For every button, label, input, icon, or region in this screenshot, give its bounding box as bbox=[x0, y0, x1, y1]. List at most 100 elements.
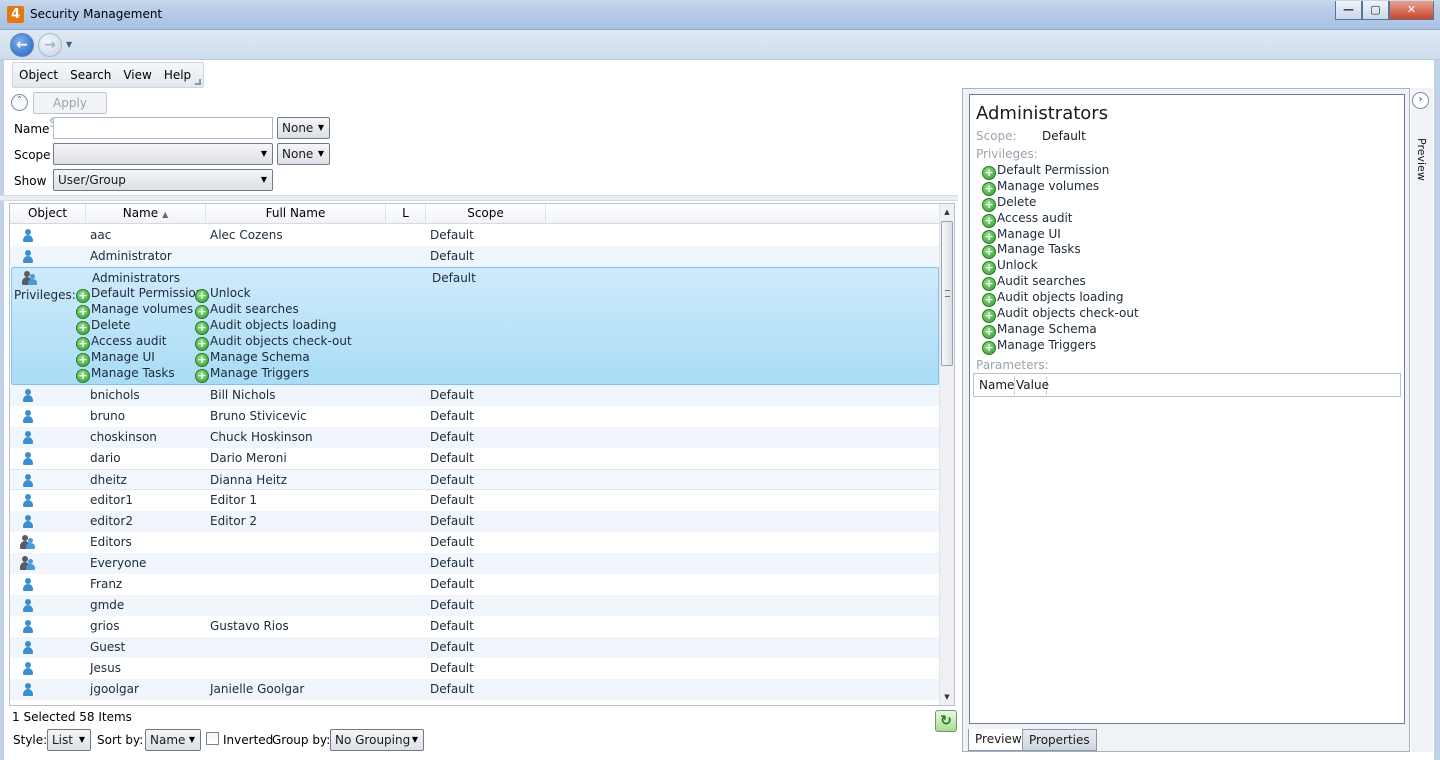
maximize-button[interactable]: ▢ bbox=[1362, 1, 1389, 20]
collapse-search-button[interactable]: ˆ bbox=[11, 94, 28, 111]
column-header-object[interactable]: Object bbox=[10, 204, 86, 224]
forward-button[interactable]: → bbox=[38, 33, 62, 57]
preview-privileges-label: Privileges: bbox=[976, 147, 1038, 161]
menu-object[interactable]: Object bbox=[19, 68, 58, 82]
column-header-l[interactable]: L bbox=[386, 204, 426, 224]
cell-name: choskinson bbox=[90, 430, 157, 444]
back-button[interactable]: ← bbox=[10, 33, 34, 57]
cell-name: Franz bbox=[90, 577, 123, 591]
preview-privilege-label: Delete bbox=[997, 194, 1037, 209]
name-match-value: None bbox=[282, 121, 314, 135]
preview-side-strip bbox=[1411, 88, 1433, 752]
refresh-button[interactable]: ↻ bbox=[935, 710, 957, 732]
table-row[interactable]: bruno Bruno Stivicevic Default bbox=[10, 406, 940, 427]
table-row[interactable]: Guest Default bbox=[10, 637, 940, 658]
scope-match-select[interactable]: None ▼ bbox=[277, 143, 330, 165]
preview-privilege-item: + Audit objects loading bbox=[982, 290, 1139, 308]
table-row-expanded[interactable]: Administrators Default Privileges: + Default… bbox=[11, 267, 939, 385]
user-icon bbox=[21, 641, 35, 655]
table-row[interactable]: Franz Default bbox=[10, 574, 940, 595]
privilege-granted-icon: + bbox=[982, 309, 996, 324]
cell-scope: Default bbox=[430, 473, 474, 487]
privilege-item: + Unlock bbox=[195, 286, 352, 303]
column-header-scope[interactable]: Scope bbox=[426, 204, 546, 224]
preview-side-label[interactable]: Preview bbox=[1415, 138, 1428, 181]
chevron-down-icon: ▼ bbox=[260, 175, 267, 184]
preview-privilege-label: Access audit bbox=[997, 210, 1073, 225]
table-row[interactable]: choskinson Chuck Hoskinson Default bbox=[10, 427, 940, 448]
menu-help[interactable]: Help bbox=[164, 68, 191, 82]
privilege-granted-icon: + bbox=[982, 293, 996, 308]
group-icon bbox=[21, 271, 39, 286]
cell-scope: Default bbox=[430, 228, 474, 242]
toggle-preview-button[interactable]: › bbox=[1412, 92, 1429, 109]
table-row[interactable]: editor2 Editor 2 Default bbox=[10, 511, 940, 532]
toolbar-grip-icon[interactable] bbox=[195, 79, 201, 85]
navigation-bar: ← → ▼ bbox=[0, 30, 1440, 60]
chevron-down-icon: ▼ bbox=[411, 735, 418, 744]
scope-select[interactable]: ▼ bbox=[53, 143, 273, 165]
table-row[interactable]: dario Dario Meroni Default bbox=[10, 448, 940, 469]
minimize-button[interactable]: — bbox=[1335, 1, 1362, 20]
privilege-granted-icon: + bbox=[76, 305, 90, 319]
privilege-granted-icon: + bbox=[982, 245, 996, 260]
privilege-granted-icon: + bbox=[982, 181, 996, 196]
scrollbar-thumb[interactable] bbox=[941, 221, 953, 366]
cell-name: dheitz bbox=[90, 473, 127, 487]
apply-search-button[interactable]: Apply Search bbox=[33, 92, 107, 130]
grid-header: Object Name ▲ Full Name L Scope bbox=[10, 204, 940, 224]
table-row[interactable]: grios Gustavo Rios Default bbox=[10, 616, 940, 637]
sort-by-select[interactable]: Name ▼ bbox=[145, 729, 201, 751]
row-privileges-label: Privileges: bbox=[14, 288, 76, 302]
column-header-full-name[interactable]: Full Name bbox=[206, 204, 386, 224]
group-by-select[interactable]: No Grouping ▼ bbox=[330, 729, 424, 751]
name-input[interactable] bbox=[53, 117, 273, 139]
param-column-value[interactable]: Value bbox=[1015, 376, 1049, 395]
preview-content: Administrators Scope: Default Privileges… bbox=[969, 94, 1405, 724]
chevron-down-icon: ▼ bbox=[78, 735, 85, 744]
privilege-label: Manage Tasks bbox=[91, 366, 175, 380]
privilege-granted-icon: + bbox=[982, 261, 996, 276]
menu-search[interactable]: Search bbox=[70, 68, 111, 82]
privilege-granted-icon: + bbox=[195, 305, 209, 319]
privilege-label: Manage volumes bbox=[91, 302, 194, 316]
table-row[interactable]: bnichols Bill Nichols Default bbox=[10, 385, 940, 406]
grid-vertical-scrollbar[interactable]: ▲ ▼ bbox=[939, 204, 954, 705]
name-match-select[interactable]: None ▼ bbox=[277, 117, 330, 139]
scroll-up-icon[interactable]: ▲ bbox=[940, 204, 954, 220]
inverted-checkbox[interactable] bbox=[206, 732, 219, 745]
cell-full-name: Alec Cozens bbox=[210, 228, 283, 242]
table-row[interactable]: editor1 Editor 1 Default bbox=[10, 490, 940, 511]
param-column-name[interactable]: Name bbox=[979, 376, 1015, 395]
show-select[interactable]: User/Group ▼ bbox=[53, 169, 273, 191]
style-select-value: List bbox=[52, 733, 73, 747]
table-row[interactable]: gmde Default bbox=[10, 595, 940, 616]
table-row[interactable]: jgoolgar Janielle Goolgar Default bbox=[10, 679, 940, 700]
privilege-label: Default Permission bbox=[91, 286, 204, 300]
close-button[interactable]: ✕ bbox=[1389, 1, 1434, 20]
scroll-down-icon[interactable]: ▼ bbox=[940, 689, 954, 705]
menu-view[interactable]: View bbox=[123, 68, 151, 82]
table-row[interactable]: Everyone Default bbox=[10, 553, 940, 574]
preview-parameters-label: Parameters: bbox=[976, 358, 1049, 372]
table-row[interactable]: Administrator Default bbox=[10, 246, 940, 267]
privilege-label: Audit objects check-out bbox=[210, 334, 352, 348]
history-dropdown-icon[interactable]: ▼ bbox=[66, 40, 72, 49]
table-row[interactable]: dheitz Dianna Heitz Default bbox=[10, 469, 940, 490]
preview-privilege-label: Default Permission bbox=[997, 163, 1110, 177]
user-icon bbox=[21, 452, 35, 466]
tab-properties[interactable]: Properties bbox=[1022, 729, 1097, 751]
cell-name: Jesus bbox=[90, 661, 122, 675]
tab-preview[interactable]: Preview bbox=[968, 729, 1029, 751]
table-row[interactable]: aac Alec Cozens Default bbox=[10, 225, 940, 246]
privilege-granted-icon: + bbox=[76, 289, 90, 303]
privilege-item: + Default Permission bbox=[76, 286, 204, 303]
style-select[interactable]: List ▼ bbox=[47, 729, 91, 751]
user-icon bbox=[21, 431, 35, 445]
column-header-name-label: Name bbox=[122, 206, 159, 220]
search-splitter[interactable] bbox=[0, 195, 958, 201]
column-header-name[interactable]: Name ▲ bbox=[86, 204, 206, 224]
table-row[interactable]: Jesus Default bbox=[10, 658, 940, 679]
table-row[interactable]: Editors Default bbox=[10, 532, 940, 553]
results-grid: Object Name ▲ Full Name L Scope aac Alec C… bbox=[9, 203, 955, 706]
